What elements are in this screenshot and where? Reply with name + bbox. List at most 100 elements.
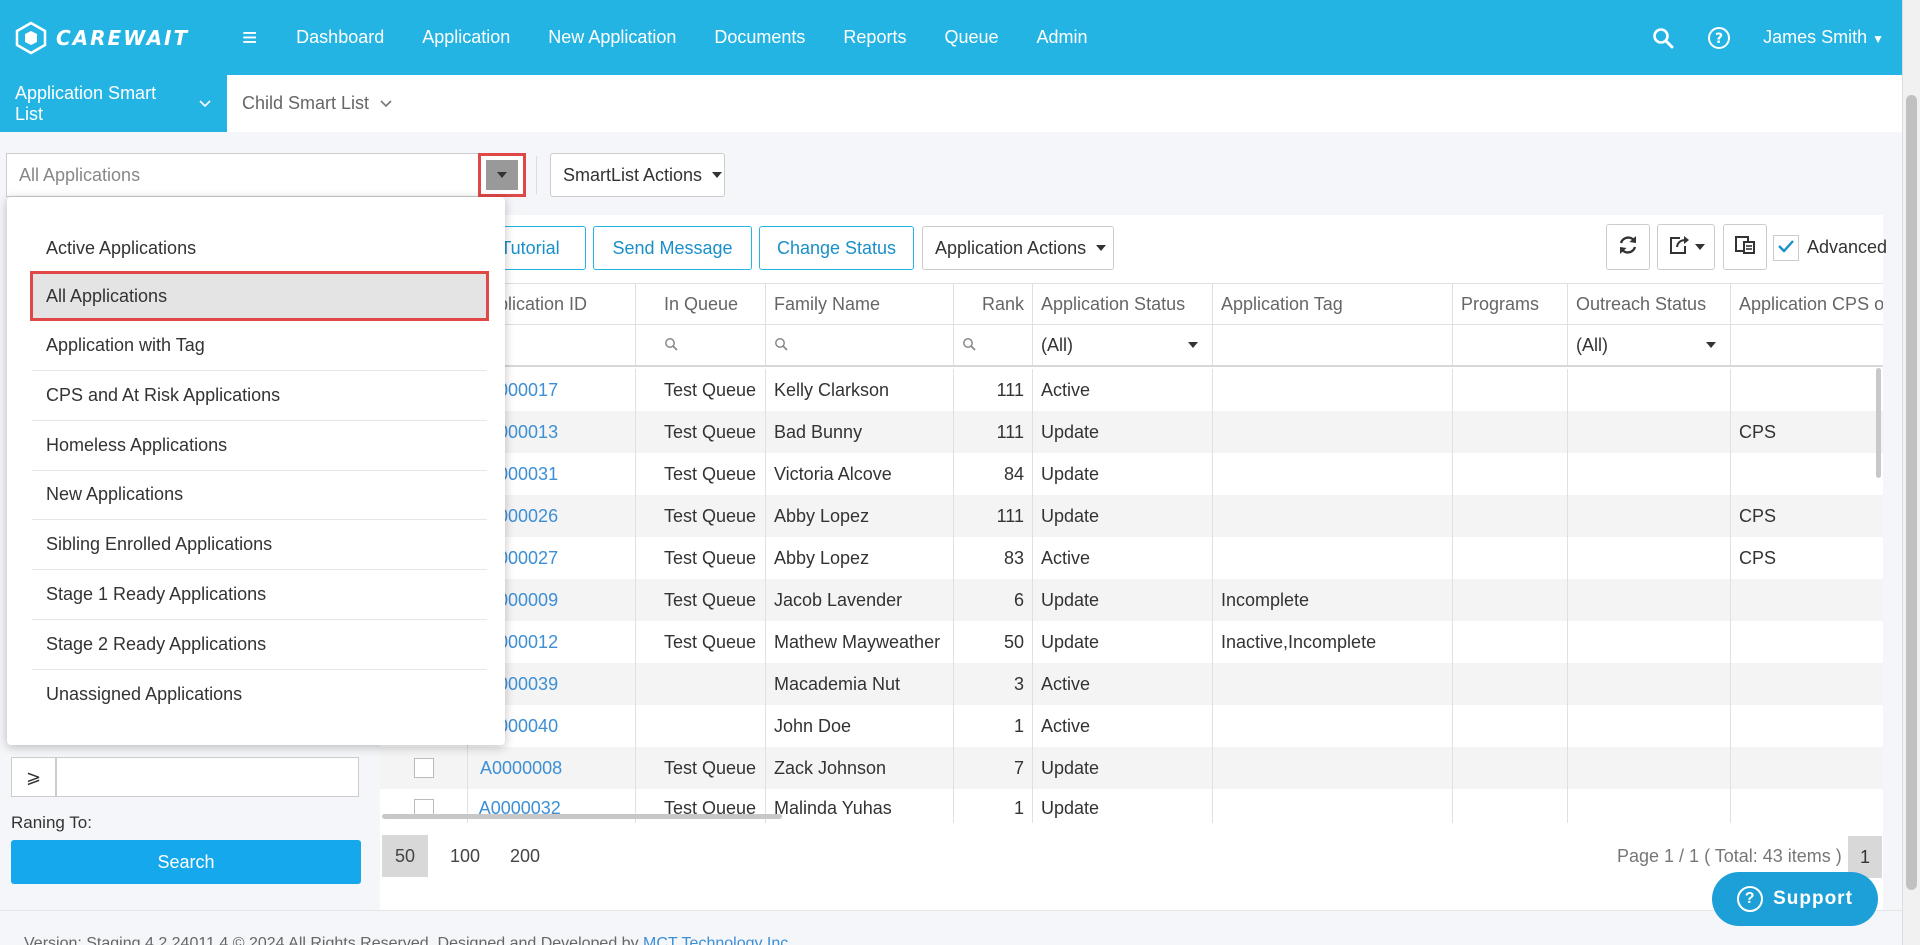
table-row[interactable]: A0000039 Macademia Nut 3 Active (380, 663, 1883, 705)
table-row[interactable]: A0000009 Test Queue Jacob Lavender 6 Upd… (380, 579, 1883, 621)
cell-status: Update (1033, 579, 1213, 621)
filter-application-status[interactable]: (All) (1033, 325, 1213, 365)
table-row[interactable]: A0000027 Test Queue Abby Lopez 83 Active… (380, 537, 1883, 579)
cell-application-id[interactable]: 10A0000008 (468, 747, 636, 789)
magnifier-icon (774, 335, 788, 356)
application-id-link[interactable]: A0000008 (480, 758, 562, 779)
smartlist-select[interactable]: All Applications (6, 153, 526, 197)
filter-in-queue[interactable] (656, 325, 766, 365)
table-row[interactable]: A0000013 Test Queue Bad Bunny 111 Update… (380, 411, 1883, 453)
grid-vertical-scrollbar-thumb[interactable] (1876, 368, 1881, 478)
page-size-50[interactable]: 50 (382, 835, 428, 877)
cell-rank: 111 (954, 369, 1033, 411)
cell-family-name: Kelly Clarkson (766, 369, 954, 411)
table-row[interactable]: A0000026 Test Queue Abby Lopez 111 Updat… (380, 495, 1883, 537)
search-button[interactable]: Search (11, 840, 361, 884)
cell-family-name: Abby Lopez (766, 495, 954, 537)
nav-new-application[interactable]: New Application (548, 27, 676, 48)
cell-cps (1731, 621, 1883, 663)
dropdown-item-homeless[interactable]: Homeless Applications (32, 421, 487, 471)
header-family-name[interactable]: Family Name (766, 284, 954, 324)
nav-queue[interactable]: Queue (944, 27, 998, 48)
cell-status: Update (1033, 495, 1213, 537)
header-label: Family Name (774, 293, 881, 314)
search-icon[interactable] (1649, 24, 1677, 52)
dropdown-item-sibling-enrolled[interactable]: Sibling Enrolled Applications (32, 520, 487, 570)
help-icon[interactable]: ? (1705, 24, 1733, 52)
row-select-cell[interactable] (380, 747, 468, 789)
ranking-operator-button[interactable]: ⩾ (11, 757, 56, 797)
header-in-queue[interactable]: In Queue (656, 284, 766, 324)
header-label: Application CPS or (1739, 293, 1883, 314)
dropdown-item-cps-at-risk[interactable]: CPS and At Risk Applications (32, 371, 487, 421)
tab-child-smart-list[interactable]: Child Smart List (227, 75, 408, 132)
header-label: Programs (1461, 293, 1540, 314)
header-programs[interactable]: Programs (1453, 284, 1568, 324)
smartlist-actions-button[interactable]: SmartList Actions (550, 153, 725, 197)
table-row[interactable]: A0000017 Test Queue Kelly Clarkson 111 A… (380, 369, 1883, 411)
table-row[interactable]: A0000031 Test Queue Victoria Alcove 84 U… (380, 453, 1883, 495)
menu-toggle-icon[interactable]: ≡ (242, 22, 257, 53)
table-row[interactable]: A0000040 John Doe 1 Active (380, 705, 1883, 747)
page-size-200[interactable]: 200 (502, 835, 548, 877)
application-actions-button[interactable]: Application Actions (922, 226, 1114, 270)
advanced-checkbox[interactable] (1773, 235, 1799, 261)
page-size-selector: 50 100 200 (382, 835, 562, 877)
user-menu[interactable]: James Smith ▼ (1763, 27, 1884, 48)
dropdown-item-unassigned[interactable]: Unassigned Applications (32, 669, 487, 719)
nav-reports[interactable]: Reports (843, 27, 906, 48)
change-status-button[interactable]: Change Status (759, 226, 914, 270)
header-label: Application Status (1041, 293, 1186, 314)
nav-dashboard[interactable]: Dashboard (296, 27, 384, 48)
dropdown-item-stage-2-ready[interactable]: Stage 2 Ready Applications (32, 620, 487, 670)
column-chooser-button[interactable] (1723, 224, 1767, 270)
cell-tag (1213, 411, 1453, 453)
smartlist-dropdown-toggle[interactable] (478, 153, 526, 197)
filter-application-tag[interactable] (1213, 325, 1453, 365)
dropdown-item-all-applications[interactable]: All Applications (30, 271, 489, 321)
header-application-tag[interactable]: Application Tag (1213, 284, 1453, 324)
filter-programs[interactable] (1453, 325, 1568, 365)
footer-copyright: Version: Staging 4.2.24011.4 © 2024 All … (24, 935, 644, 945)
cell-status: Update (1033, 747, 1213, 789)
row-checkbox[interactable] (413, 758, 434, 778)
support-button[interactable]: ? Support (1712, 872, 1878, 926)
page-info: Page 1 / 1 ( Total: 43 items ) (1617, 846, 1842, 866)
ranking-value-input[interactable] (56, 757, 359, 797)
header-application-status[interactable]: Application Status (1033, 284, 1213, 324)
dropdown-item-application-with-tag[interactable]: Application with Tag (32, 321, 487, 371)
send-message-button[interactable]: Send Message (593, 226, 752, 270)
smartlist-tabs: Application Smart List Child Smart List (0, 75, 1902, 132)
refresh-button[interactable] (1606, 224, 1650, 270)
brand-logo[interactable]: CAREWAIT (12, 19, 222, 57)
page-scrollbar[interactable] (1902, 0, 1920, 945)
footer-company-link[interactable]: MCT Technology Inc (643, 935, 788, 945)
nav-application[interactable]: Application (422, 27, 510, 48)
dropdown-item-new-applications[interactable]: New Applications (32, 470, 487, 520)
page-size-100[interactable]: 100 (442, 835, 488, 877)
table-row[interactable]: 10A0000008 Test Queue Zack Johnson 7 Upd… (380, 747, 1883, 789)
page-scrollbar-thumb[interactable] (1906, 95, 1917, 890)
nav-admin[interactable]: Admin (1037, 27, 1088, 48)
tab-application-smart-list[interactable]: Application Smart List (0, 75, 227, 132)
nav-documents[interactable]: Documents (714, 27, 805, 48)
cell-outreach (1568, 411, 1731, 453)
header-rank[interactable]: Rank (954, 284, 1033, 324)
cell-family-name: Victoria Alcove (766, 453, 954, 495)
header-outreach-status[interactable]: Outreach Status (1568, 284, 1731, 324)
dropdown-item-stage-1-ready[interactable]: Stage 1 Ready Applications (32, 570, 487, 620)
grid-horizontal-scrollbar[interactable] (382, 812, 1882, 820)
dropdown-item-active-applications[interactable]: Active Applications (32, 223, 487, 273)
export-button[interactable] (1657, 224, 1715, 270)
header-application-cps[interactable]: Application CPS or (1731, 284, 1883, 324)
cell-family-name: John Doe (766, 705, 954, 747)
filter-family-name[interactable] (766, 325, 954, 365)
cell-outreach (1568, 663, 1731, 705)
page-footer: Version: Staging 4.2.24011.4 © 2024 All … (0, 910, 1902, 945)
filter-outreach-status[interactable]: (All) (1568, 325, 1731, 365)
filter-rank[interactable] (954, 325, 1033, 365)
grid-horizontal-scrollbar-thumb[interactable] (382, 814, 782, 819)
table-row[interactable]: A0000012 Test Queue Mathew Mayweather 50… (380, 621, 1883, 663)
chevron-down-icon: ▼ (1872, 32, 1884, 46)
filter-application-cps[interactable] (1731, 325, 1883, 365)
